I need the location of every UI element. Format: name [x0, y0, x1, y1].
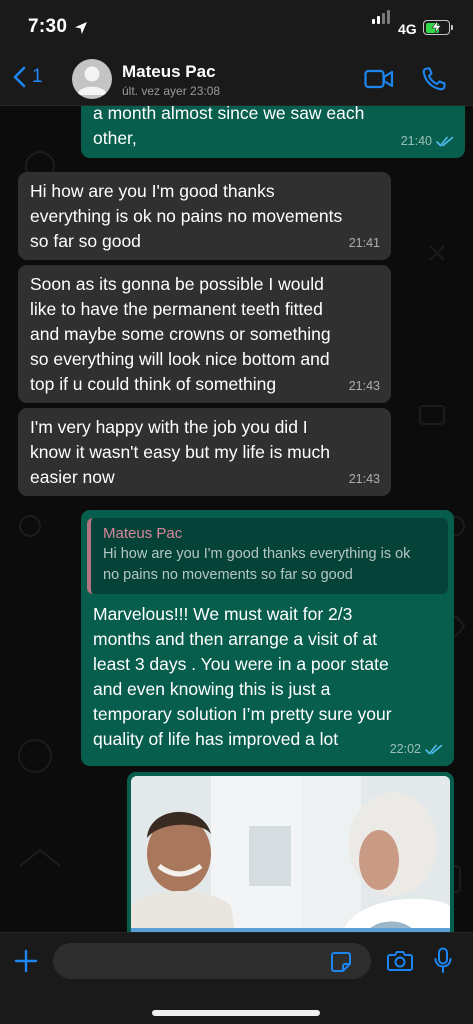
message-image-outgoing[interactable]: [127, 772, 454, 932]
location-arrow-icon: [75, 22, 87, 34]
message-input[interactable]: [53, 943, 371, 979]
message-meta: 22:02: [390, 737, 443, 762]
contact-last-seen: últ. vez ayer 23:08: [122, 84, 221, 98]
message-text: Hi how are you I'm good thanks everythin…: [30, 181, 343, 251]
chevron-left-icon: [13, 66, 26, 88]
status-time: 7:30: [28, 16, 68, 37]
message-text: Marvelous!!! We must wait for 2/3 months…: [93, 604, 392, 749]
network-label: 4G: [398, 21, 417, 37]
back-unread-count: 1: [32, 66, 43, 87]
quoted-reply-text: Hi how are you I'm good thanks everythin…: [103, 546, 411, 583]
message-bubble-incoming[interactable]: I'm very happy with the job you did I kn…: [18, 408, 391, 496]
message-time: 21:40: [400, 134, 432, 148]
battery-tip: [451, 25, 453, 30]
phone-call-icon[interactable]: [421, 66, 447, 92]
message-bubble-outgoing[interactable]: a month almost since we saw each other, …: [81, 106, 465, 158]
message-bubble-incoming[interactable]: Soon as its gonna be possible I would li…: [18, 265, 391, 403]
message-time: 21:41: [348, 236, 380, 250]
sticker-icon[interactable]: [330, 951, 352, 973]
quoted-reply-author: Mateus Pac: [103, 525, 183, 542]
battery-charging-icon: [423, 20, 450, 35]
photo-smiling-patient-with-doctor[interactable]: [131, 776, 450, 932]
chat-header: 1 Mateus Pac últ. vez ayer 23:08: [0, 54, 473, 106]
home-indicator: [152, 1010, 320, 1016]
message-meta: 21:43: [349, 467, 380, 492]
message-time: 22:02: [389, 742, 421, 756]
message-time: 21:43: [348, 379, 380, 393]
video-call-icon[interactable]: [364, 68, 394, 90]
chat-area[interactable]: a month almost since we saw each other, …: [0, 106, 473, 932]
message-text: I'm very happy with the job you did I kn…: [30, 417, 330, 487]
message-input-bar: [0, 932, 473, 1024]
status-bar: 7:30 4G: [0, 0, 473, 54]
plus-icon[interactable]: [14, 949, 38, 973]
photo-illustration: [131, 776, 450, 932]
message-bubble-outgoing[interactable]: Mateus Pac Hi how are you I'm good thank…: [81, 510, 454, 766]
message-meta: 21:40: [401, 129, 454, 154]
avatar-placeholder-icon: [77, 66, 107, 95]
avatar[interactable]: [72, 59, 112, 99]
back-button[interactable]: 1: [12, 66, 43, 88]
message-meta: 21:43: [349, 374, 380, 399]
message-meta: 21:41: [349, 231, 380, 256]
message-time: 21:43: [348, 472, 380, 486]
message-bubble-incoming[interactable]: Hi how are you I'm good thanks everythin…: [18, 172, 391, 260]
camera-icon[interactable]: [387, 950, 413, 972]
double-check-read-icon: [425, 744, 443, 755]
microphone-icon[interactable]: [434, 947, 452, 975]
quoted-reply[interactable]: Mateus Pac Hi how are you I'm good thank…: [87, 518, 448, 594]
charging-bolt-icon: [431, 21, 442, 33]
double-check-read-icon: [436, 136, 454, 147]
message-text: a month almost since we saw each other,: [93, 106, 365, 148]
message-text: Soon as its gonna be possible I would li…: [30, 274, 331, 394]
contact-name[interactable]: Mateus Pac: [122, 62, 216, 82]
